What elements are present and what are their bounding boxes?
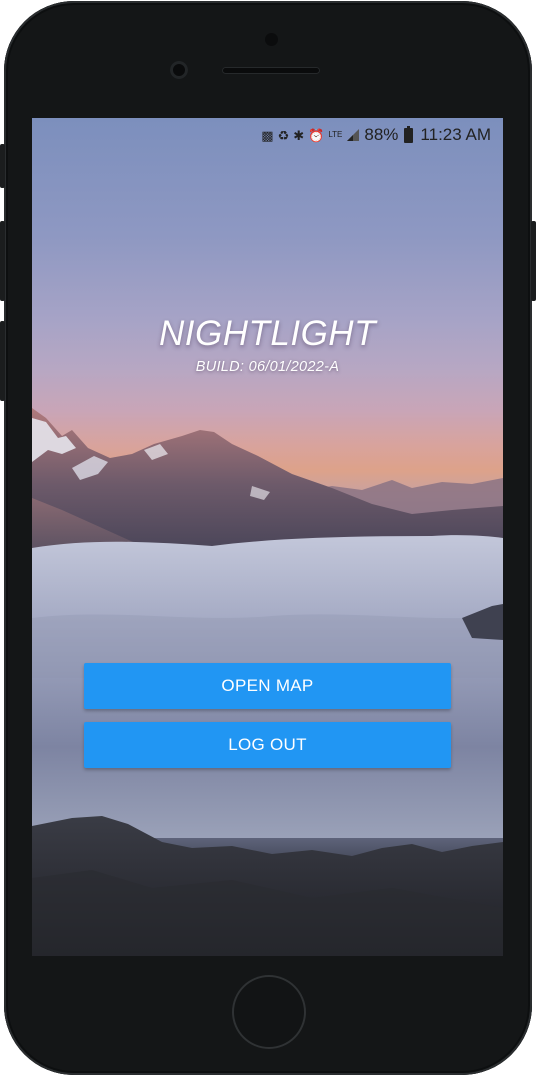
volume-up-button xyxy=(0,221,5,301)
battery-percent: 88% xyxy=(364,125,399,144)
clock-time: 11:23 AM xyxy=(420,125,491,144)
app-screen: ▩ ♻ ✱ ⏰ LTE 88% 11:23 AM NIGHTLIGHT BUIL… xyxy=(32,118,503,956)
sim-icon: ▩ xyxy=(261,127,274,143)
open-map-button[interactable]: OPEN MAP xyxy=(84,663,451,709)
status-bar: ▩ ♻ ✱ ⏰ LTE 88% 11:23 AM xyxy=(32,118,503,152)
front-camera xyxy=(170,61,188,79)
earpiece-speaker xyxy=(222,67,320,74)
recycle-icon: ♻ xyxy=(277,127,290,143)
battery-icon xyxy=(404,125,414,143)
alarm-icon: ⏰ xyxy=(308,127,325,143)
home-button[interactable] xyxy=(232,975,306,1049)
lte-icon: LTE xyxy=(328,130,343,139)
log-out-button[interactable]: LOG OUT xyxy=(84,722,451,768)
power-button xyxy=(531,221,536,301)
app-title: NIGHTLIGHT xyxy=(159,314,376,353)
volume-down-button xyxy=(0,321,5,401)
mountain-background xyxy=(32,408,503,956)
signal-icon xyxy=(347,129,360,141)
bluetooth-icon: ✱ xyxy=(293,127,305,143)
silent-switch xyxy=(0,144,5,188)
build-label: BUILD: 06/01/2022-A xyxy=(195,359,340,375)
proximity-sensor xyxy=(265,33,278,46)
